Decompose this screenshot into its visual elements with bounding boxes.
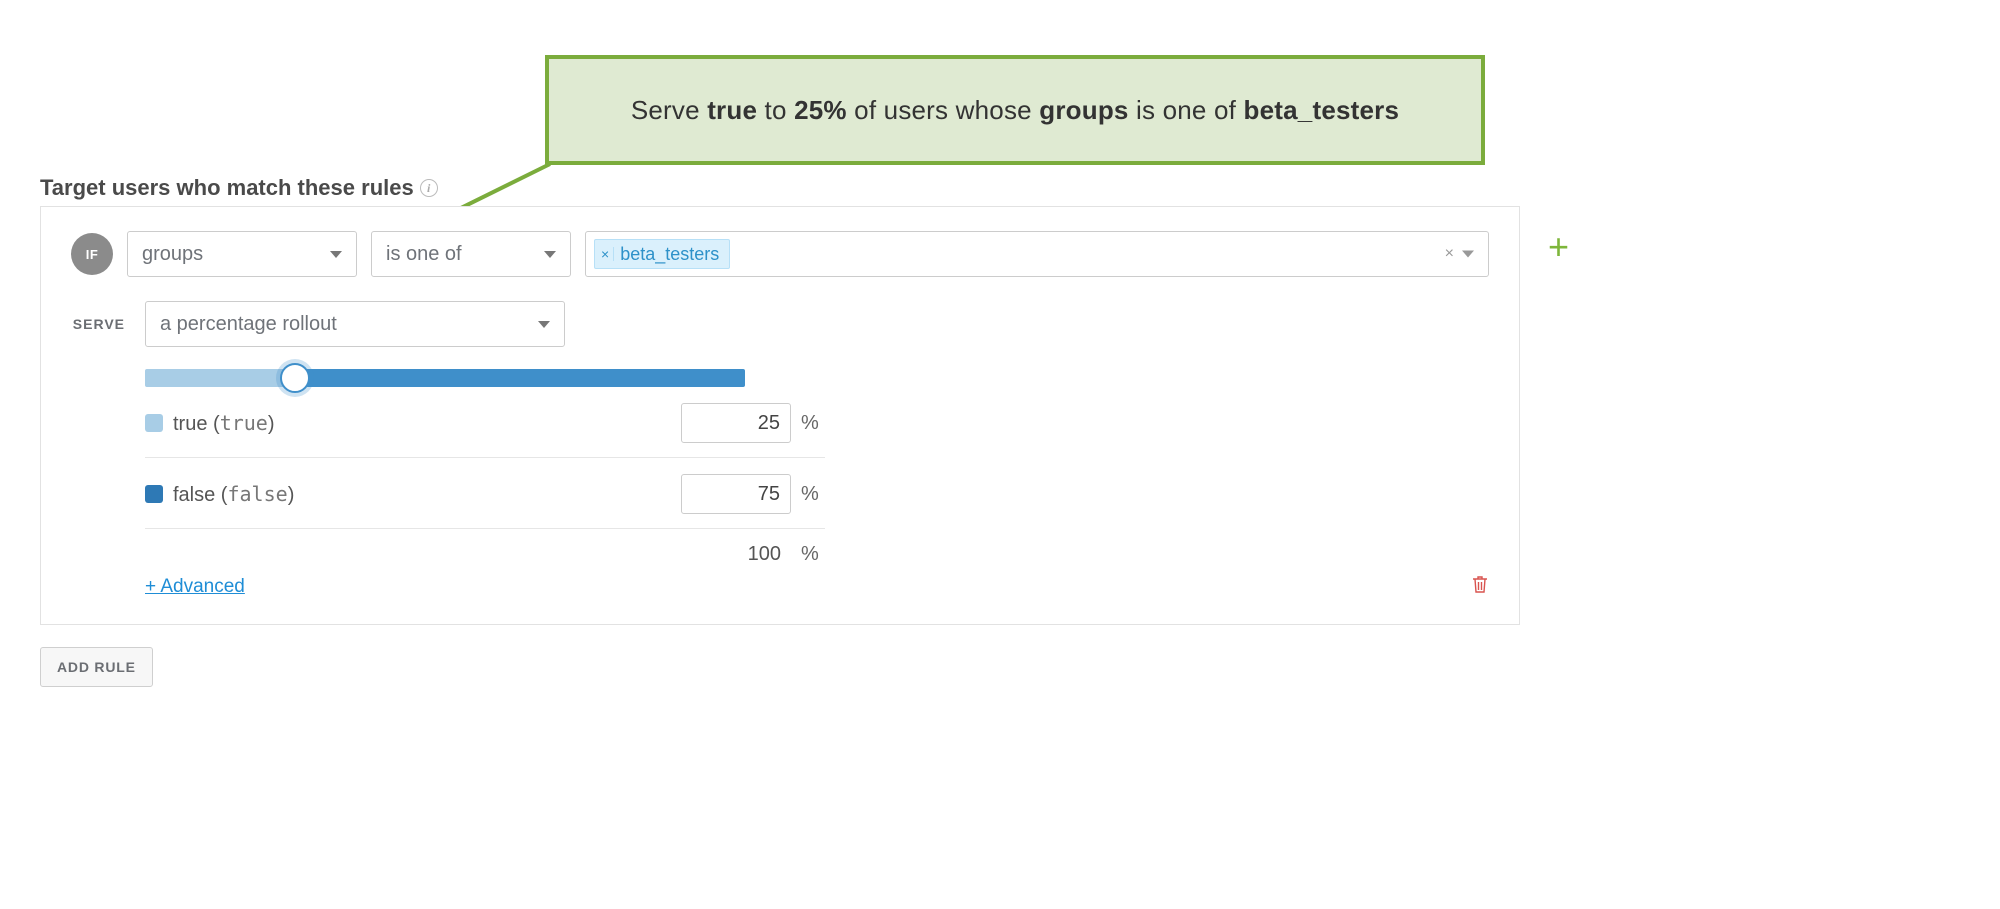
variation-pct-input[interactable] [681, 474, 791, 514]
condition-row: IF groups is one of × beta_testers × [71, 231, 1489, 277]
targeting-rule-card: + IF groups is one of × beta_testers × S… [40, 206, 1520, 625]
rollout-total-row: 100 % [145, 529, 825, 566]
variation-label: false (false) [173, 482, 671, 507]
explainer-callout: Serve true to 25% of users whose groups … [545, 55, 1485, 165]
advanced-link[interactable]: + Advanced [145, 576, 245, 598]
remove-tag-icon[interactable]: × [601, 247, 614, 261]
slider-segment-true [145, 369, 295, 387]
section-title-text: Target users who match these rules [40, 175, 414, 201]
operator-select-value: is one of [386, 243, 462, 266]
serve-mode-value: a percentage rollout [160, 313, 337, 336]
variation-color-swatch [145, 485, 163, 503]
variation-color-swatch [145, 414, 163, 432]
rollout-total-value: 100 [681, 543, 791, 566]
delete-rule-icon[interactable] [1471, 574, 1489, 600]
serve-row: SERVE a percentage rollout [71, 301, 1489, 347]
slider-thumb[interactable] [280, 363, 310, 393]
variation-row: true (true) % [145, 387, 825, 458]
serve-label: SERVE [71, 316, 131, 332]
value-tag[interactable]: × beta_testers [594, 239, 730, 269]
chevron-down-icon[interactable] [1462, 251, 1474, 258]
percent-sign: % [801, 483, 825, 506]
attribute-select-value: groups [142, 243, 203, 266]
slider-segment-false [295, 369, 745, 387]
if-badge: IF [71, 233, 113, 275]
variation-label: true (true) [173, 411, 671, 436]
callout-text: Serve true to 25% of users whose groups … [631, 95, 1399, 126]
percent-sign: % [801, 412, 825, 435]
section-title: Target users who match these rules i [40, 175, 438, 201]
operator-select[interactable]: is one of [371, 231, 571, 277]
attribute-select[interactable]: groups [127, 231, 357, 277]
percent-sign: % [801, 543, 825, 566]
info-icon[interactable]: i [420, 179, 438, 197]
chevron-down-icon [330, 251, 342, 258]
chevron-down-icon [538, 321, 550, 328]
clear-all-icon[interactable]: × [1445, 245, 1454, 263]
chevron-down-icon [544, 251, 556, 258]
variation-pct-input[interactable] [681, 403, 791, 443]
percentage-rollout-panel: true (true) % false (false) % 100 % + Ad… [145, 369, 825, 598]
add-rule-button[interactable]: ADD RULE [40, 647, 153, 687]
variation-row: false (false) % [145, 458, 825, 529]
rollout-slider[interactable] [145, 369, 745, 387]
value-tag-label: beta_testers [620, 244, 719, 265]
add-condition-button[interactable]: + [1548, 229, 1569, 265]
values-multiselect[interactable]: × beta_testers × [585, 231, 1489, 277]
serve-mode-select[interactable]: a percentage rollout [145, 301, 565, 347]
